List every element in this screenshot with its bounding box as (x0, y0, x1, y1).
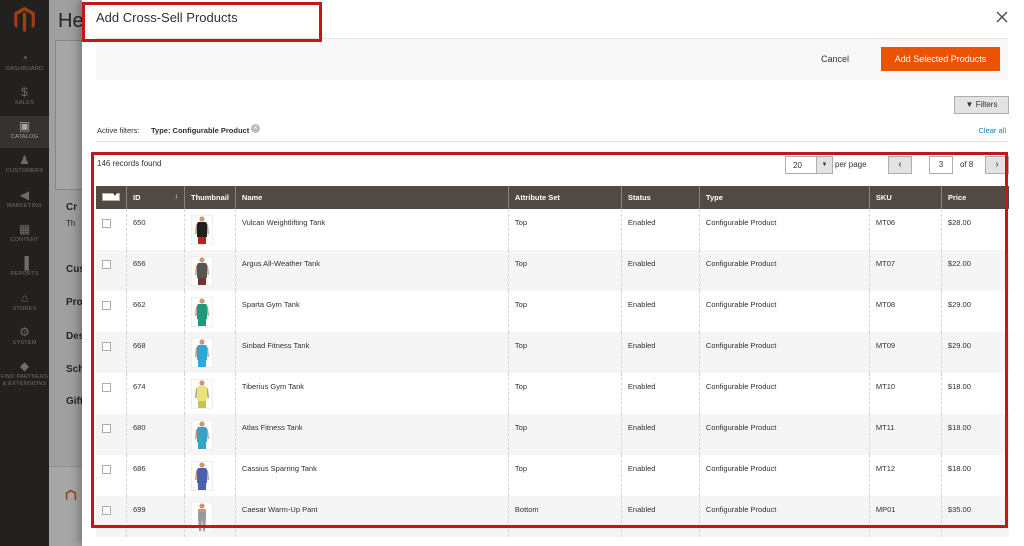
filters-label: Filters (975, 100, 998, 109)
active-filters-bar: Active filters: Type: Configurable Produ… (96, 120, 1008, 142)
close-icon[interactable] (994, 9, 1010, 25)
modal-action-bar (96, 38, 1008, 80)
annotation-box-grid (91, 152, 1008, 528)
filters-button[interactable]: ▼ Filters (954, 96, 1009, 114)
remove-filter-icon[interactable]: × (251, 124, 260, 133)
active-filters-label: Active filters: (97, 126, 140, 135)
next-row-partial (96, 538, 1009, 546)
cancel-button[interactable]: Cancel (821, 47, 849, 71)
add-selected-products-button[interactable]: Add Selected Products (881, 47, 1000, 71)
clear-all-link[interactable]: Clear all (978, 126, 1006, 135)
annotation-box-title (82, 2, 322, 42)
active-filter-chip: Type: Configurable Product (151, 126, 250, 135)
filter-funnel-icon: ▼ (965, 100, 974, 109)
